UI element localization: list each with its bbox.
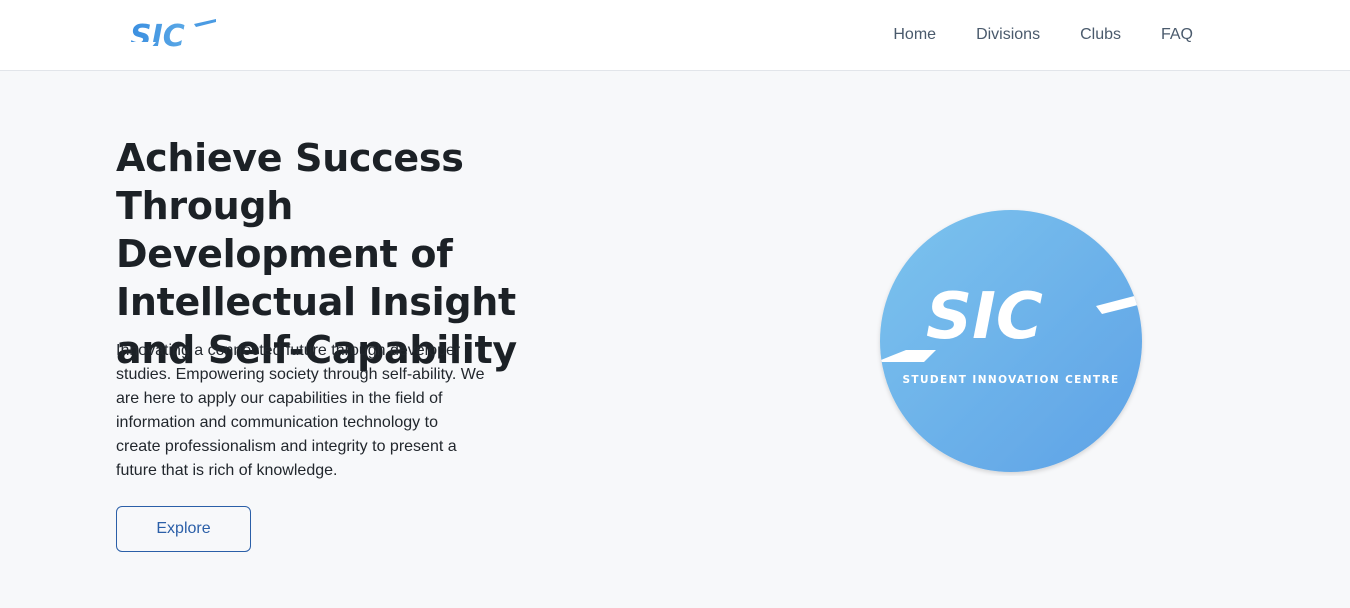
emblem-subtitle: STUDENT INNOVATION CENTRE — [902, 374, 1119, 386]
nav-clubs-link[interactable]: Clubs — [1080, 24, 1121, 46]
emblem-letters: SIC — [926, 280, 1043, 354]
sic-logo[interactable]: SIC — [116, 18, 218, 51]
nav-menu: Home Divisions Clubs FAQ — [853, 24, 1193, 46]
navbar: SIC Home Divisions Clubs FAQ — [0, 0, 1350, 71]
sic-emblem: SIC STUDENT INNOVATION CENTRE — [880, 210, 1142, 472]
hero-description: Innovating a connected future through de… — [116, 342, 485, 479]
nav-home-link[interactable]: Home — [893, 24, 936, 46]
explore-button[interactable]: Explore — [116, 506, 251, 552]
nav-faq-link[interactable]: FAQ — [1161, 24, 1193, 46]
hero-title: Achieve Success Through Development of I… — [116, 136, 517, 372]
nav-divisions-link[interactable]: Divisions — [976, 24, 1040, 46]
